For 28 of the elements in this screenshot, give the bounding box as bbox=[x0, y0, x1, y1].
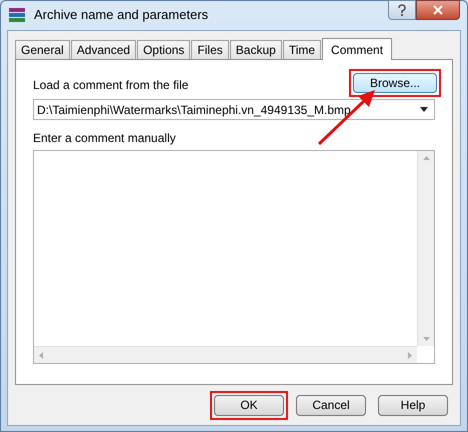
scroll-up-icon bbox=[422, 156, 430, 160]
dialog-button[interactable]: Help bbox=[378, 394, 448, 416]
scroll-down-icon bbox=[422, 337, 430, 341]
tab[interactable]: Time bbox=[282, 40, 322, 59]
load-label: Load a comment from the file bbox=[33, 77, 188, 94]
question-icon bbox=[397, 4, 407, 16]
books-icon bbox=[8, 7, 26, 23]
tab[interactable]: General bbox=[15, 40, 70, 59]
scroll-left-icon bbox=[39, 352, 43, 358]
browse-button[interactable]: Browse... bbox=[353, 73, 437, 93]
comment-textarea[interactable] bbox=[33, 150, 435, 364]
close-icon bbox=[433, 5, 443, 15]
dialog-button[interactable]: OK bbox=[214, 394, 284, 416]
close-button[interactable] bbox=[416, 0, 460, 20]
tab[interactable]: Backup bbox=[230, 40, 282, 59]
manual-label: Enter a comment manually bbox=[33, 130, 177, 147]
tab[interactable]: Advanced bbox=[70, 40, 136, 59]
help-title-button[interactable] bbox=[388, 0, 416, 20]
tab[interactable]: Options bbox=[137, 40, 190, 59]
horizontal-scrollbar[interactable] bbox=[34, 346, 417, 363]
dialog-button[interactable]: Cancel bbox=[296, 394, 366, 416]
tab[interactable]: Comment bbox=[322, 38, 392, 60]
tab[interactable]: Files bbox=[191, 40, 229, 59]
vertical-scrollbar[interactable] bbox=[417, 151, 434, 346]
dropdown-icon bbox=[420, 107, 428, 112]
scroll-right-icon bbox=[408, 352, 412, 358]
file-combobox[interactable]: D:\Taimienphi\Watermarks\Taiminephi.vn_4949135_M.bmp bbox=[33, 99, 435, 120]
window-title: Archive name and parameters bbox=[34, 6, 208, 24]
